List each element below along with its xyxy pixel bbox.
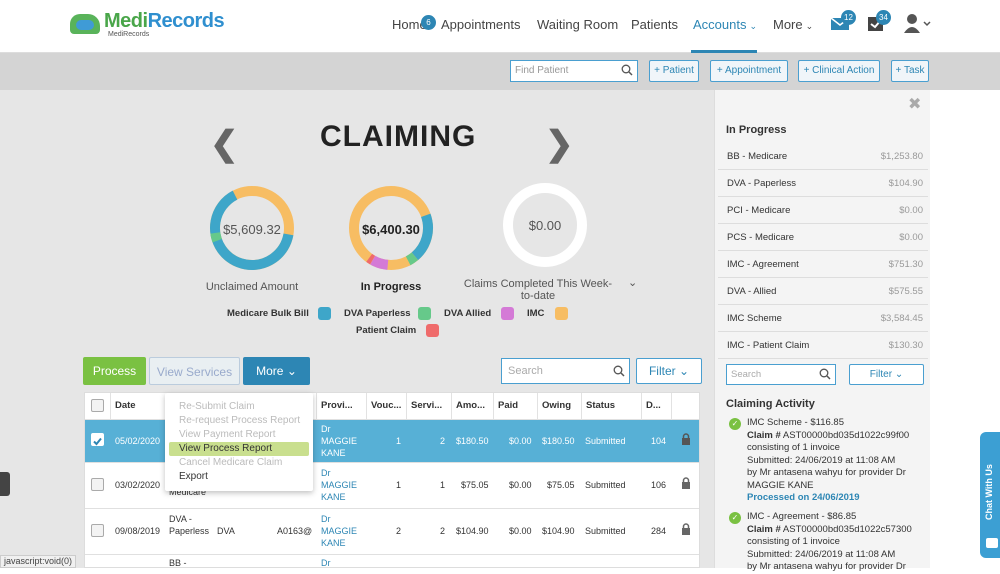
menu-item-resubmit-claim[interactable]: Re-Submit Claim bbox=[179, 401, 255, 412]
more-actions-button[interactable]: More ⌄ bbox=[243, 357, 310, 385]
column-header-amount[interactable]: Amo... bbox=[452, 393, 494, 419]
claims-filter-button[interactable]: Filter ⌄ bbox=[636, 358, 702, 384]
in-progress-heading: In Progress bbox=[726, 124, 787, 136]
check-circle-icon: ✓ bbox=[729, 418, 741, 430]
activity-filter-button[interactable]: Filter ⌄ bbox=[849, 364, 924, 385]
legend-swatch-dva-paperless bbox=[418, 307, 431, 320]
claiming-activity-heading: Claiming Activity bbox=[726, 398, 815, 410]
add-clinical-action-button[interactable]: + Clinical Action bbox=[798, 60, 880, 82]
completed-value: $0.00 bbox=[528, 218, 562, 233]
column-header-paid[interactable]: Paid bbox=[494, 393, 538, 419]
legend-patient-claim: Patient Claim bbox=[356, 325, 417, 336]
column-header-vouchers[interactable]: Vouc... bbox=[367, 393, 407, 419]
add-patient-button[interactable]: + Patient bbox=[649, 60, 699, 82]
completed-label: Claims Completed This Week-to-date bbox=[463, 278, 613, 302]
lock-icon[interactable] bbox=[681, 523, 691, 538]
user-account-icon[interactable] bbox=[903, 13, 933, 38]
list-item[interactable]: DVA - Allied $575.55 bbox=[718, 278, 928, 305]
activity-status: Processed on 24/06/2019 bbox=[747, 492, 860, 503]
chat-bubble-icon bbox=[986, 538, 998, 548]
add-appointment-button[interactable]: + Appointment bbox=[710, 60, 788, 82]
nav-more[interactable]: More ⌄ bbox=[773, 17, 813, 32]
close-icon[interactable]: ✖ bbox=[908, 94, 921, 114]
chevron-down-icon: ⌄ bbox=[678, 364, 690, 378]
next-arrow-icon[interactable]: ❯ bbox=[545, 124, 574, 164]
nav-patients[interactable]: Patients bbox=[631, 17, 678, 32]
activity-entry: IMC Scheme - $116.85 Claim # AST00000bd0… bbox=[747, 417, 917, 505]
check-circle-icon: ✓ bbox=[729, 512, 741, 524]
legend-medicare-bulk-bill: Medicare Bulk Bill bbox=[227, 308, 309, 319]
menu-item-view-payment-report[interactable]: View Payment Report bbox=[179, 429, 276, 440]
nav-waiting-room[interactable]: Waiting Room bbox=[537, 17, 618, 32]
list-item[interactable]: IMC - Patient Claim $130.30 bbox=[718, 332, 928, 359]
select-all-checkbox[interactable] bbox=[91, 399, 104, 412]
chevron-down-icon: ⌄ bbox=[286, 364, 297, 378]
view-services-button[interactable]: View Services bbox=[149, 357, 240, 385]
column-header-provider[interactable]: Provi... bbox=[317, 393, 367, 419]
column-header-status[interactable]: Status bbox=[582, 393, 642, 419]
legend-swatch-dva-allied bbox=[501, 307, 514, 320]
add-task-button[interactable]: + Task bbox=[891, 60, 929, 82]
side-toggle-handle[interactable] bbox=[0, 472, 10, 496]
row-checkbox[interactable] bbox=[91, 433, 104, 446]
activity-entry: IMC - Agreement - $86.85 Claim # AST0000… bbox=[747, 511, 912, 572]
chevron-down-icon: ⌄ bbox=[805, 21, 814, 31]
column-header-days[interactable]: D... bbox=[642, 393, 672, 419]
more-actions-menu: Re-Submit Claim Re-request Process Repor… bbox=[165, 393, 313, 491]
home-count-badge: 6 bbox=[421, 15, 436, 30]
menu-item-view-process-report[interactable]: View Process Report bbox=[169, 442, 309, 456]
menu-item-export[interactable]: Export bbox=[179, 471, 208, 482]
table-row[interactable]: 09/08/2019 DVA - Paperless DVA A0163@ Dr… bbox=[85, 508, 699, 554]
claims-search-input[interactable]: Search bbox=[501, 358, 630, 384]
top-navigation: MediRecords MediRecords Home 6 Appointme… bbox=[0, 0, 1000, 53]
list-item[interactable]: BB - Medicare $1,253.80 bbox=[718, 143, 928, 170]
legend-dva-allied: DVA Allied bbox=[444, 308, 492, 319]
search-icon[interactable] bbox=[621, 64, 633, 79]
chat-with-us-button[interactable]: Chat With Us bbox=[980, 432, 1000, 558]
legend-swatch-imc bbox=[555, 307, 568, 320]
nav-appointments[interactable]: Appointments bbox=[441, 17, 521, 32]
find-patient-input[interactable]: Find Patient bbox=[510, 60, 638, 82]
legend-dva-paperless: DVA Paperless bbox=[344, 308, 411, 319]
unclaimed-amount-label: Unclaimed Amount bbox=[205, 281, 299, 293]
process-button[interactable]: Process bbox=[83, 357, 146, 385]
activity-search-input[interactable]: Search bbox=[726, 364, 836, 385]
chevron-down-icon: ⌄ bbox=[749, 21, 758, 31]
row-checkbox[interactable] bbox=[91, 524, 104, 537]
list-item[interactable]: IMC Scheme $3,584.45 bbox=[718, 305, 928, 332]
tasks-count-badge: 34 bbox=[876, 10, 891, 25]
list-item[interactable]: PCS - Medicare $0.00 bbox=[718, 224, 928, 251]
list-item[interactable]: PCI - Medicare $0.00 bbox=[718, 197, 928, 224]
page-title: CLAIMING bbox=[320, 120, 477, 153]
menu-item-rerequest-process-report[interactable]: Re-request Process Report bbox=[179, 415, 300, 426]
list-item[interactable]: IMC - Agreement $751.30 bbox=[718, 251, 928, 278]
column-header-services[interactable]: Servi... bbox=[407, 393, 452, 419]
menu-item-cancel-medicare-claim[interactable]: Cancel Medicare Claim bbox=[179, 457, 282, 468]
legend-imc: IMC bbox=[527, 308, 545, 319]
in-progress-value: $6,400.30 bbox=[362, 222, 420, 237]
unclaimed-amount-value: $5,609.32 bbox=[223, 222, 281, 237]
in-progress-label: In Progress bbox=[360, 281, 422, 293]
column-header-date[interactable]: Date bbox=[111, 393, 167, 419]
lock-icon[interactable] bbox=[681, 477, 691, 492]
chevron-down-icon[interactable]: ⌄ bbox=[628, 276, 637, 289]
search-icon[interactable] bbox=[819, 368, 831, 383]
mail-count-badge: 12 bbox=[841, 10, 856, 25]
table-row[interactable]: BB - Dr bbox=[85, 554, 699, 567]
legend-swatch-patient-claim bbox=[426, 324, 439, 337]
legend-swatch-medicare-bulk-bill bbox=[318, 307, 331, 320]
lock-icon[interactable] bbox=[681, 433, 691, 448]
nav-accounts[interactable]: Accounts ⌄ bbox=[693, 17, 757, 32]
search-icon[interactable] bbox=[613, 365, 625, 380]
row-checkbox[interactable] bbox=[91, 478, 104, 491]
column-header-owing[interactable]: Owing bbox=[538, 393, 582, 419]
logo-cloud-icon bbox=[70, 14, 100, 34]
browser-status-bar: javascript:void(0) bbox=[0, 555, 77, 568]
list-item[interactable]: DVA - Paperless $104.90 bbox=[718, 170, 928, 197]
previous-arrow-icon[interactable]: ❮ bbox=[210, 124, 239, 164]
chevron-down-icon: ⌄ bbox=[894, 369, 904, 380]
